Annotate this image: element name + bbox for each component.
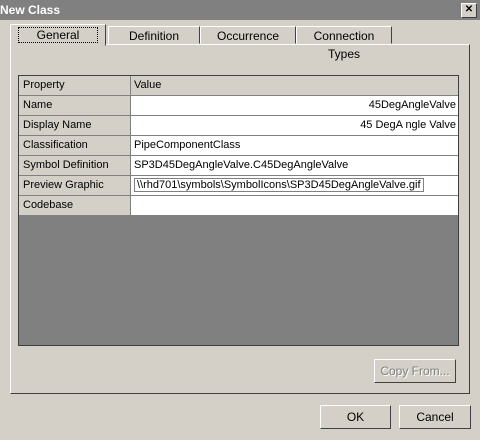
row-property: Display Name: [19, 116, 131, 136]
row-value-classification[interactable]: PipeComponentClass: [131, 136, 458, 156]
grid-row-display-name[interactable]: Display Name 45 DegA ngle Valve: [19, 116, 458, 136]
grid-row-preview-graphic[interactable]: Preview Graphic \\rhd701\symbols\SymbolI…: [19, 176, 458, 196]
row-property: Preview Graphic: [19, 176, 131, 196]
tab-definition[interactable]: Definition: [108, 26, 200, 44]
tab-definition-label: Definition: [128, 29, 180, 43]
row-value-codebase[interactable]: [131, 196, 458, 216]
close-icon[interactable]: ✕: [461, 3, 477, 18]
grid-row-classification[interactable]: Classification PipeComponentClass: [19, 136, 458, 156]
property-grid: Property Value Name 45DegAngleValve Disp…: [18, 75, 459, 346]
row-property: Name: [19, 96, 131, 116]
row-property: Symbol Definition: [19, 156, 131, 176]
tab-connection-types[interactable]: Connection Types: [296, 26, 392, 61]
tab-general-label: General: [17, 27, 99, 43]
grid-row-name[interactable]: Name 45DegAngleValve: [19, 96, 458, 116]
grid-row-symbol-definition[interactable]: Symbol Definition SP3D45DegAngleValve.C4…: [19, 156, 458, 176]
copy-from-button[interactable]: Copy From...: [374, 359, 456, 383]
window-title: New Class: [0, 3, 61, 17]
tab-occurrence-label: Occurrence: [216, 29, 280, 43]
header-property: Property: [19, 76, 131, 96]
row-value-name[interactable]: 45DegAngleValve: [131, 96, 458, 116]
grid-row-codebase[interactable]: Codebase: [19, 196, 458, 216]
grid-header: Property Value: [19, 76, 458, 96]
row-property: Classification: [19, 136, 131, 156]
row-value-preview-graphic[interactable]: \\rhd701\symbols\SymbolIcons\SP3D45DegAn…: [131, 176, 458, 196]
row-value-display-name[interactable]: 45 DegA ngle Valve: [131, 116, 458, 136]
preview-graphic-input[interactable]: \\rhd701\symbols\SymbolIcons\SP3D45DegAn…: [134, 178, 424, 192]
tab-occurrence[interactable]: Occurrence: [200, 26, 296, 44]
row-property: Codebase: [19, 196, 131, 216]
tab-general[interactable]: General: [10, 24, 106, 46]
header-value: Value: [131, 76, 458, 96]
ok-button[interactable]: OK: [320, 405, 391, 429]
row-value-symbol-definition[interactable]: SP3D45DegAngleValve.C45DegAngleValve: [131, 156, 458, 176]
title-bar: New Class ✕: [0, 0, 480, 20]
cancel-button[interactable]: Cancel: [399, 405, 471, 429]
